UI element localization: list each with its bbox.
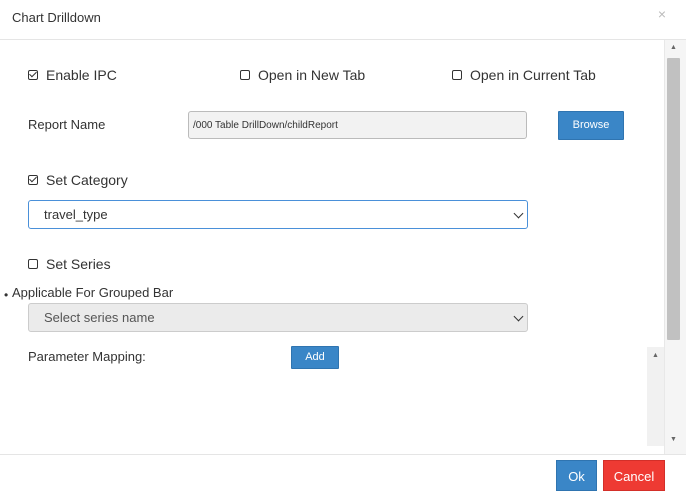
set-category-checkbox-box[interactable]: [28, 175, 38, 185]
report-name-label: Report Name: [28, 117, 106, 132]
dialog-body: Enable IPC Open in New Tab Open in Curre…: [0, 40, 664, 454]
open-in-current-tab-label: Open in Current Tab: [470, 67, 596, 83]
dialog-title: Chart Drilldown: [12, 10, 101, 25]
open-in-new-tab-checkbox[interactable]: Open in New Tab: [240, 67, 365, 83]
open-in-current-tab-checkbox[interactable]: Open in Current Tab: [452, 67, 596, 83]
scroll-up-icon[interactable]: ▲: [670, 44, 677, 51]
category-select-value: travel_type: [44, 207, 108, 222]
report-name-field[interactable]: /000 Table DrillDown/childReport: [188, 111, 527, 139]
enable-ipc-checkbox-box[interactable]: [28, 70, 38, 80]
chevron-down-icon: [513, 311, 524, 322]
scroll-down-icon[interactable]: ▼: [670, 436, 677, 443]
series-select[interactable]: Select series name: [28, 303, 528, 332]
parameter-mapping-label: Parameter Mapping:: [28, 349, 146, 364]
bullet-icon: •: [4, 288, 9, 302]
add-mapping-button[interactable]: Add: [291, 346, 339, 369]
enable-ipc-label: Enable IPC: [46, 67, 117, 83]
ok-button[interactable]: Ok: [556, 460, 597, 491]
dialog-header: Chart Drilldown ×: [0, 0, 686, 40]
set-category-checkbox[interactable]: Set Category: [28, 172, 128, 188]
set-series-checkbox-box[interactable]: [28, 259, 38, 269]
series-select-placeholder: Select series name: [44, 310, 155, 325]
set-category-label: Set Category: [46, 172, 128, 188]
enable-ipc-checkbox[interactable]: Enable IPC: [28, 67, 117, 83]
chevron-down-icon: [513, 208, 524, 219]
browse-button[interactable]: Browse: [558, 111, 624, 140]
set-series-checkbox[interactable]: Set Series: [28, 256, 111, 272]
set-series-label: Set Series: [46, 256, 111, 272]
open-in-new-tab-checkbox-box[interactable]: [240, 70, 250, 80]
cancel-button[interactable]: Cancel: [603, 460, 665, 491]
open-in-current-tab-checkbox-box[interactable]: [452, 70, 462, 80]
scrollbar-thumb[interactable]: [667, 58, 680, 340]
grouped-bar-note: Applicable For Grouped Bar: [12, 285, 174, 300]
close-icon[interactable]: ×: [658, 6, 666, 22]
scroll-up-icon[interactable]: ▲: [652, 352, 659, 359]
mapping-scrollbar[interactable]: [647, 347, 664, 446]
open-in-new-tab-label: Open in New Tab: [258, 67, 366, 83]
chart-drilldown-dialog: Chart Drilldown × Enable IPC Open in New…: [0, 0, 686, 498]
category-select[interactable]: travel_type: [28, 200, 528, 229]
